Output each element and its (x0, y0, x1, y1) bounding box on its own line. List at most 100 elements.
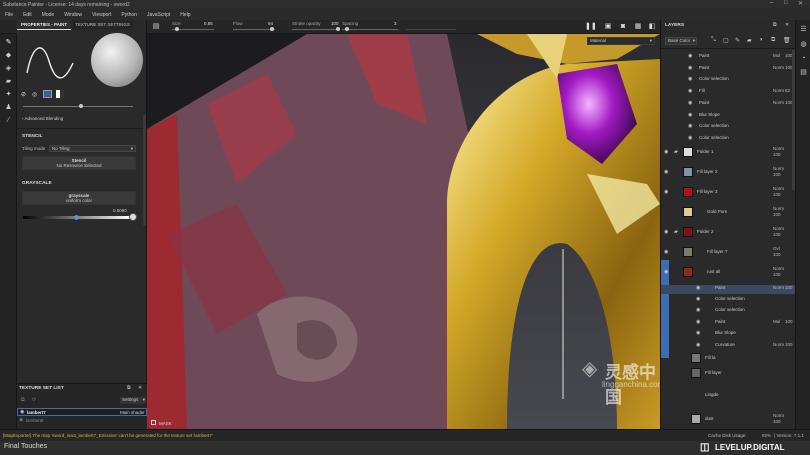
menu-file[interactable]: File (5, 12, 13, 18)
add-paint-layer-icon[interactable]: ✎ (735, 37, 740, 44)
layer-opacity[interactable]: 100 (773, 419, 781, 424)
visibility-eye-icon[interactable]: ◉ (688, 88, 692, 94)
spacing-value[interactable]: 3 (394, 21, 397, 26)
flow-slider[interactable] (233, 29, 275, 30)
layer-opacity[interactable]: 100 (785, 319, 793, 324)
menu-edit[interactable]: Edit (23, 12, 32, 18)
tab-properties-paint[interactable]: PROPERTIES - PAINT (17, 20, 72, 30)
visibility-eye-icon[interactable]: ◉ (688, 100, 692, 106)
menu-javascript[interactable]: JavaScript (147, 12, 170, 18)
visibility-eye-icon[interactable]: ◉ (688, 76, 692, 82)
channel-select[interactable]: Base Color ▾ (665, 37, 697, 45)
link-icon[interactable]: ⧉ (21, 397, 25, 403)
size-slider-handle[interactable] (175, 27, 179, 31)
visibility-eye-icon[interactable]: ◉ (696, 342, 700, 348)
add-fill-layer-icon[interactable]: ▢ (723, 37, 729, 44)
popout-icon[interactable]: ⧉ (127, 385, 131, 391)
render-mode-icon[interactable]: ▣ (604, 23, 612, 31)
channel-slider[interactable] (23, 106, 133, 107)
mask-toggle[interactable]: MASK (151, 420, 172, 426)
smudge-icon[interactable]: ✦ (4, 90, 13, 99)
roughness-channel-icon[interactable] (43, 90, 52, 98)
minimize-button[interactable]: – (770, 0, 773, 6)
visibility-eye-icon[interactable]: ◉ (664, 229, 668, 235)
layer-opacity[interactable]: 100 (773, 192, 781, 197)
channel-slider-handle[interactable] (79, 104, 83, 108)
paint-brush-icon[interactable]: ✎ (4, 38, 13, 47)
layer-row-active[interactable]: ◉ Paint Norm 100 (661, 285, 795, 294)
mask-checkbox[interactable] (151, 420, 156, 425)
visibility-eye-icon[interactable]: ◉ (664, 149, 668, 155)
layer-blend-mode[interactable]: Norm (773, 226, 784, 231)
add-effect-icon[interactable]: ⤡ (711, 37, 716, 44)
brush-preset-icon[interactable]: ▤ (152, 23, 160, 31)
layer-opacity[interactable]: 100 (785, 342, 793, 347)
spacing-slider-handle[interactable] (345, 27, 349, 31)
display-settings-icon[interactable]: ◧ (648, 23, 656, 31)
visibility-eye-icon[interactable]: ◉ (696, 307, 700, 313)
layer-opacity[interactable]: 100 (773, 252, 781, 257)
grayscale-value[interactable]: 0.5060 (113, 208, 127, 213)
viewport-mode-select[interactable]: Material ▾ (587, 37, 655, 45)
layer-blend-mode[interactable]: Norm (773, 413, 784, 418)
3d-viewport[interactable]: Material ▾ MASK ◈ 灵感中国 lingganchina.com (147, 34, 660, 429)
projection-icon[interactable]: ◈ (4, 64, 13, 73)
properties-scrollbar[interactable] (143, 115, 146, 225)
advanced-blending-toggle[interactable]: › Advanced Blending (22, 116, 63, 121)
polygon-fill-icon[interactable]: ▰ (4, 77, 13, 86)
visibility-eye-icon[interactable]: ◉ (696, 285, 700, 291)
visibility-eye-icon[interactable]: ◉ (696, 330, 700, 336)
status-message[interactable]: [MapExporter] The map 'sword_low2_lamber… (3, 433, 213, 438)
size-value[interactable]: 0.85 (204, 21, 213, 26)
grayscale-slider-handle[interactable] (74, 215, 79, 220)
grayscale-resource-button[interactable]: grayscale uniform color (22, 191, 136, 205)
add-mask-icon[interactable]: ◑ (759, 37, 763, 43)
texture-set-item[interactable]: ◉ lambert6 (17, 417, 147, 425)
tiling-mode-select[interactable]: No Tiling ▾ (49, 145, 136, 152)
layer-blend-mode[interactable]: Ovl (773, 246, 780, 251)
close-icon[interactable]: ✕ (138, 385, 142, 391)
duplicate-icon[interactable]: ⧉ (771, 37, 775, 44)
close-icon[interactable]: ✕ (785, 22, 789, 28)
visibility-eye-icon[interactable]: ◉ (696, 296, 700, 302)
menu-viewport[interactable]: Viewport (92, 12, 111, 18)
visibility-eye-icon[interactable]: ◉ (688, 135, 692, 141)
flow-slider-handle[interactable] (270, 27, 274, 31)
visibility-eye-icon[interactable]: ◉ (664, 269, 668, 275)
layer-opacity[interactable]: 100 (785, 285, 793, 290)
camera-icon[interactable]: ◙ (619, 23, 627, 31)
layer-blend-mode[interactable]: Norm (773, 342, 784, 347)
visibility-eye-icon[interactable]: ◉ (688, 65, 692, 71)
color-channel-icon[interactable]: ⊘ (21, 91, 26, 98)
layer-opacity[interactable]: 52 (785, 88, 790, 93)
maximize-button[interactable]: □ (784, 0, 788, 6)
layer-blend-mode[interactable]: Norm (773, 285, 784, 290)
stencil-resource-button[interactable]: Stencil No Resource Selected (22, 156, 136, 170)
tab-texture-set-settings[interactable]: TEXTURE SET SETTINGS (71, 20, 134, 30)
visibility-eye-icon[interactable]: ◉ (664, 169, 668, 175)
close-button[interactable]: ✕ (798, 0, 803, 7)
menu-window[interactable]: Window (64, 12, 82, 18)
log-icon[interactable]: ▤ (799, 68, 808, 77)
layer-opacity[interactable]: 100 (773, 172, 781, 177)
visibility-eye-icon[interactable]: ◉ (664, 249, 668, 255)
display-icon[interactable]: ◔ (799, 54, 808, 63)
visibility-eye-icon[interactable]: ◉ (696, 319, 700, 325)
layer-blend-mode[interactable]: Norm (773, 88, 784, 93)
stroke-opacity-slider[interactable] (292, 29, 338, 30)
stroke-opacity-value[interactable]: 100 (331, 21, 339, 26)
visibility-eye-icon[interactable]: ◉ (19, 417, 23, 423)
popout-icon[interactable]: ⧉ (773, 22, 777, 28)
layer-opacity[interactable]: 100 (773, 272, 781, 277)
texture-set-shader[interactable]: Main shader (120, 410, 145, 415)
visibility-eye-icon[interactable]: ◉ (688, 112, 692, 118)
metallic-channel-icon[interactable] (56, 90, 64, 98)
layer-blend-mode[interactable]: Norm (773, 146, 784, 151)
texture-set-icon[interactable]: ◍ (799, 40, 808, 49)
pause-icon[interactable]: ❚❚ (585, 23, 597, 31)
brush-stroke-preview[interactable] (21, 33, 81, 91)
menu-mode[interactable]: Mode (42, 12, 55, 18)
texture-set-item-selected[interactable]: ◉ lambert7 Main shader (17, 408, 147, 416)
grayscale-swatch[interactable] (129, 213, 137, 221)
menu-help[interactable]: Help (180, 12, 190, 18)
